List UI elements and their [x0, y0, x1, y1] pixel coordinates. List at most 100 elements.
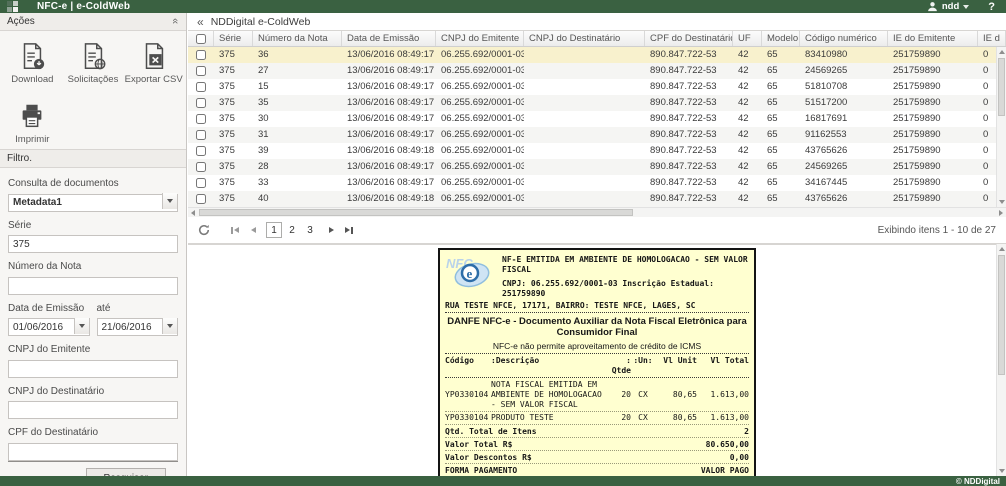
- scroll-down-arrow-icon[interactable]: [997, 197, 1006, 207]
- pagination-status: Exibindo itens 1 - 10 de 27: [878, 225, 996, 236]
- cell-ie-emitente: 251759890: [888, 127, 978, 143]
- preview-vertical-scrollbar[interactable]: [996, 244, 1006, 476]
- cell-modelo: 65: [762, 79, 800, 95]
- page-number-button[interactable]: 2: [284, 222, 300, 238]
- row-checkbox[interactable]: [196, 50, 206, 60]
- column-cnpj-do-destinatario[interactable]: CNPJ do Destinatário: [524, 31, 645, 46]
- column-data-de-emissao[interactable]: Data de Emissão: [342, 31, 436, 46]
- receipt-item-description: PRODUTO TESTE: [491, 413, 605, 423]
- page-number-button[interactable]: 3: [302, 222, 318, 238]
- row-checkbox[interactable]: [196, 98, 206, 108]
- column-codigo-numerico[interactable]: Código numérico: [800, 31, 888, 46]
- consulta-select[interactable]: [8, 192, 178, 212]
- cell-cpf-destinatario: 890.847.722-53: [645, 95, 733, 111]
- cell-uf: 42: [733, 63, 762, 79]
- row-checkbox[interactable]: [196, 178, 206, 188]
- row-checkbox[interactable]: [196, 82, 206, 92]
- table-row[interactable]: 375 31 13/06/2016 08:49:17 06.255.692/00…: [188, 127, 1006, 143]
- table-row[interactable]: 375 27 13/06/2016 08:49:17 06.255.692/00…: [188, 63, 1006, 79]
- row-checkbox-cell: [188, 111, 214, 127]
- cell-codigo-numerico: 16817691: [800, 111, 888, 127]
- help-button[interactable]: ?: [988, 1, 995, 13]
- table-scroll-thumb[interactable]: [998, 58, 1005, 116]
- cnpj-destinatario-label: CNPJ do Destinatário: [8, 386, 178, 397]
- chevron-down-icon[interactable]: [162, 318, 177, 334]
- chevron-down-icon[interactable]: [162, 193, 177, 209]
- serie-input[interactable]: [8, 235, 178, 253]
- next-page-button[interactable]: [324, 223, 338, 237]
- data-emissao-to-picker[interactable]: [97, 317, 179, 337]
- select-all-checkbox[interactable]: [196, 34, 206, 44]
- scroll-up-arrow-icon[interactable]: [997, 244, 1006, 254]
- page-number-button[interactable]: 1: [266, 222, 282, 238]
- cnpj-emitente-input[interactable]: [8, 360, 178, 378]
- receipt-col-vl-total: Vl Total: [697, 356, 749, 376]
- table-row[interactable]: 375 36 13/06/2016 08:49:17 06.255.692/00…: [188, 47, 1006, 63]
- cell-data-emissao: 13/06/2016 08:49:17: [342, 111, 436, 127]
- table-row[interactable]: 375 15 13/06/2016 08:49:17 06.255.692/00…: [188, 79, 1006, 95]
- row-checkbox[interactable]: [196, 130, 206, 140]
- column-cnpj-do-emitente[interactable]: CNPJ do Emitente: [436, 31, 524, 46]
- column-serie[interactable]: Série: [214, 31, 253, 46]
- cell-modelo: 65: [762, 47, 800, 63]
- column-numero-da-nota[interactable]: Número da Nota: [253, 31, 342, 46]
- cnpj-destinatario-input[interactable]: [8, 401, 178, 419]
- nddigital-logo-icon: [7, 1, 18, 12]
- consulta-value[interactable]: [8, 194, 178, 212]
- refresh-button[interactable]: [198, 224, 210, 236]
- table-horizontal-scrollbar[interactable]: [188, 207, 1006, 217]
- column-cpf-do-destinatario[interactable]: CPF do Destinatário: [645, 31, 733, 46]
- cell-data-emissao: 13/06/2016 08:49:17: [342, 95, 436, 111]
- row-checkbox[interactable]: [196, 66, 206, 76]
- receipt-col-codigo: Código: [445, 356, 491, 376]
- receipt-total-label: FORMA PAGAMENTO: [445, 466, 517, 475]
- download-button[interactable]: Download: [11, 41, 53, 85]
- footer-bar: © NDDigital: [0, 476, 1006, 486]
- export-csv-button[interactable]: Exportar CSV: [125, 41, 183, 85]
- pagination-bar: 1 2 3 Exibindo itens 1 - 10 de 27: [188, 217, 1006, 244]
- data-emissao-from-picker[interactable]: [8, 317, 90, 337]
- receipt-item-row: YP0330104 PRODUTO TESTE 20 CX 80,65 1.61…: [445, 412, 749, 425]
- row-checkbox[interactable]: [196, 194, 206, 204]
- table-row[interactable]: 375 39 13/06/2016 08:49:18 06.255.692/00…: [188, 143, 1006, 159]
- previous-page-button[interactable]: [246, 223, 260, 237]
- scroll-down-arrow-icon[interactable]: [997, 466, 1006, 476]
- column-uf[interactable]: UF: [733, 31, 762, 46]
- column-ie-destinatario[interactable]: IE d: [978, 31, 1006, 46]
- cell-modelo: 65: [762, 127, 800, 143]
- scroll-up-arrow-icon[interactable]: [997, 47, 1006, 57]
- table-row[interactable]: 375 40 13/06/2016 08:49:18 06.255.692/00…: [188, 191, 1006, 207]
- refresh-icon: [198, 224, 210, 236]
- chevron-down-icon[interactable]: [74, 318, 89, 334]
- numero-nota-label: Número da Nota: [8, 261, 178, 272]
- table-row[interactable]: 375 33 13/06/2016 08:49:17 06.255.692/00…: [188, 175, 1006, 191]
- preview-scroll-thumb[interactable]: [998, 255, 1005, 375]
- receipt-item-code: YP0330104: [445, 413, 491, 423]
- collapse-sidebar-icon[interactable]: «: [197, 16, 204, 28]
- cpf-destinatario-input[interactable]: [8, 443, 178, 461]
- row-checkbox[interactable]: [196, 162, 206, 172]
- column-modelo[interactable]: Modelo: [762, 31, 800, 46]
- row-checkbox[interactable]: [196, 114, 206, 124]
- solicitacoes-button[interactable]: Solicitações: [68, 41, 119, 85]
- first-page-button[interactable]: [228, 223, 242, 237]
- print-button[interactable]: Imprimir: [15, 101, 49, 145]
- cell-uf: 42: [733, 47, 762, 63]
- column-ie-do-emitente[interactable]: IE do Emitente: [888, 31, 978, 46]
- cpf-destinatario-label: CPF do Destinatário: [8, 427, 178, 438]
- table-row[interactable]: 375 35 13/06/2016 08:49:17 06.255.692/00…: [188, 95, 1006, 111]
- row-checkbox[interactable]: [196, 146, 206, 156]
- receipt-cnpj-line: CNPJ: 06.255.692/0001-03 Inscrição Estad…: [502, 279, 749, 300]
- table-hscroll-thumb[interactable]: [199, 209, 633, 216]
- row-checkbox-cell: [188, 191, 214, 207]
- numero-nota-input[interactable]: [8, 277, 178, 295]
- table-vertical-scrollbar[interactable]: [996, 47, 1006, 207]
- table-row[interactable]: 375 28 13/06/2016 08:49:17 06.255.692/00…: [188, 159, 1006, 175]
- receipt-item-qty: 20: [605, 413, 631, 423]
- collapse-panel-icon[interactable]: «: [169, 18, 181, 24]
- last-page-button[interactable]: [342, 223, 356, 237]
- table-body: 375 36 13/06/2016 08:49:17 06.255.692/00…: [188, 47, 1006, 207]
- cell-ie-emitente: 251759890: [888, 143, 978, 159]
- user-menu[interactable]: ndd: [927, 1, 969, 12]
- table-row[interactable]: 375 30 13/06/2016 08:49:17 06.255.692/00…: [188, 111, 1006, 127]
